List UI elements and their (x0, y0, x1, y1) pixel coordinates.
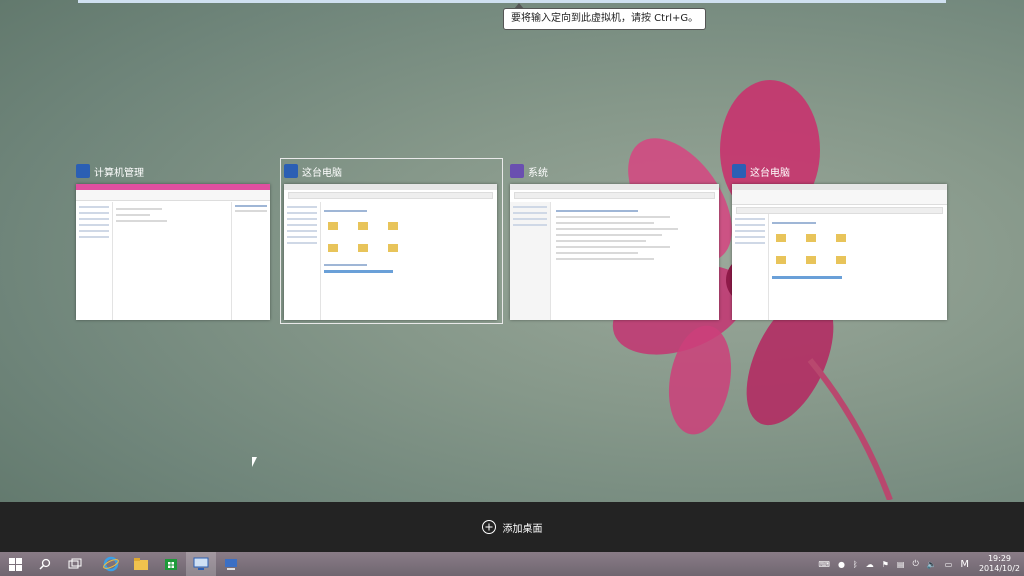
input-redirect-tooltip: 要将输入定向到此虚拟机，请按 Ctrl+G。 (503, 3, 707, 30)
folder-icon (134, 558, 148, 570)
add-desktop-label: 添加桌面 (502, 523, 543, 535)
window-title: 系统 (528, 167, 548, 179)
store-icon (165, 559, 177, 570)
search-icon (39, 558, 51, 570)
keyboard-icon[interactable]: ⌨ (818, 560, 830, 569)
volume-icon[interactable]: 🔈 (927, 560, 937, 569)
computer-management-icon (193, 557, 209, 570)
windows-logo-icon (8, 557, 22, 571)
file-explorer-button[interactable] (126, 552, 156, 576)
system-taskbar-button[interactable] (216, 552, 246, 576)
vm-top-bar (78, 0, 946, 3)
system-tray: ⌨ ● ᛒ ☁ ⚑ ▤ ⏻ 🔈 ▭ M 19:29 2014/10/2 (814, 552, 1020, 576)
clock[interactable]: 19:29 2014/10/2 (979, 554, 1020, 574)
power-icon[interactable]: ⏻ (912, 559, 918, 569)
this-pc-icon (732, 164, 746, 178)
clock-time: 19:29 (987, 554, 1012, 563)
this-pc-icon (284, 164, 298, 178)
window-title: 这台电脑 (302, 167, 342, 179)
window-thumbnail[interactable] (510, 184, 719, 320)
internet-explorer-button[interactable] (96, 552, 126, 576)
cloud-icon[interactable]: ☁ (866, 560, 874, 569)
clock-date: 2014/10/2 (978, 564, 1020, 573)
security-icon[interactable]: ● (838, 560, 845, 569)
system-icon (510, 164, 524, 178)
task-view-icon (68, 558, 82, 569)
store-button[interactable] (156, 552, 186, 576)
mouse-cursor (252, 457, 257, 467)
network-icon[interactable]: ▤ (897, 560, 905, 569)
window-this-pc-1[interactable]: 这台电脑 (284, 162, 498, 322)
ime-indicator[interactable]: M (960, 559, 969, 570)
window-title: 计算机管理 (94, 167, 144, 179)
window-computer-management[interactable]: 计算机管理 (76, 162, 272, 322)
start-button[interactable] (0, 552, 30, 576)
window-thumbnail[interactable] (76, 184, 270, 320)
chat-icon[interactable]: ▭ (945, 560, 953, 569)
add-desktop-button[interactable]: 添加桌面 (481, 520, 543, 535)
window-thumbnail[interactable] (284, 184, 497, 320)
plus-circle-icon (481, 520, 496, 534)
window-this-pc-2[interactable]: 这台电脑 (732, 162, 948, 322)
flag-icon[interactable]: ⚑ (882, 560, 889, 569)
computer-management-icon (76, 164, 90, 178)
system-icon (225, 559, 237, 570)
window-system[interactable]: 系统 (510, 162, 720, 322)
search-button[interactable] (30, 552, 60, 576)
window-thumbnail[interactable] (732, 184, 947, 320)
window-title: 这台电脑 (750, 167, 790, 179)
task-view-button[interactable] (60, 552, 90, 576)
computer-management-taskbar-button[interactable] (186, 552, 216, 576)
taskbar: ⌨ ● ᛒ ☁ ⚑ ▤ ⏻ 🔈 ▭ M 19:29 2014/10/2 (0, 552, 1024, 576)
internet-explorer-icon (103, 556, 119, 572)
add-desktop-bar: 添加桌面 (0, 502, 1024, 552)
bluetooth-icon[interactable]: ᛒ (853, 560, 858, 569)
